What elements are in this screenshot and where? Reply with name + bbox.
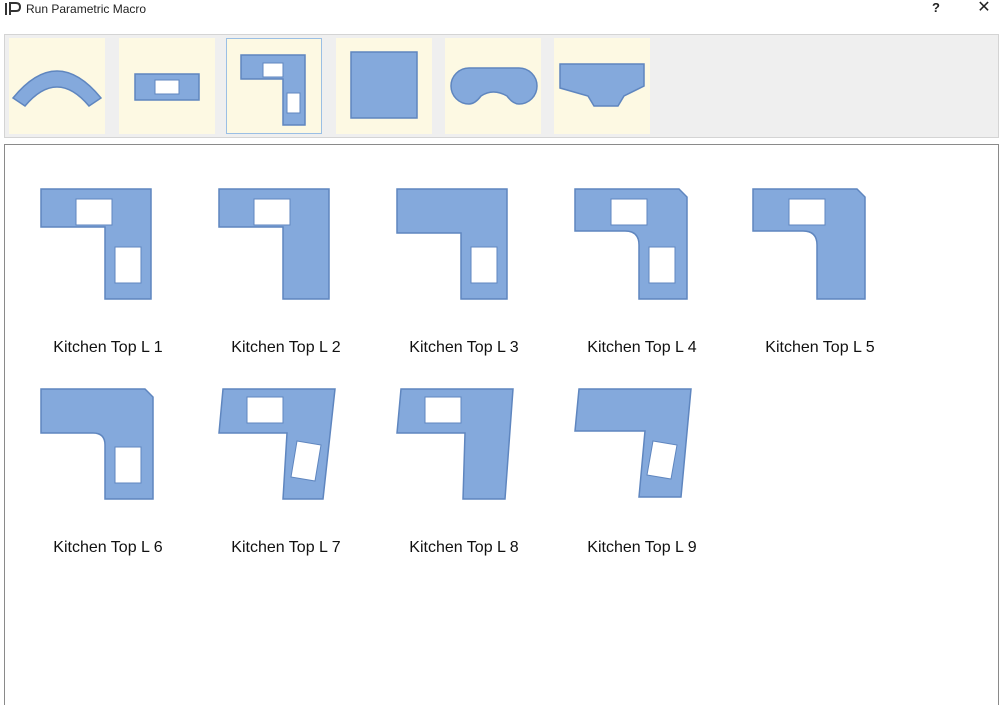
l1-preview-icon — [40, 188, 152, 300]
close-button[interactable]: ✕ — [972, 0, 996, 18]
title-bar: Run Parametric Macro ? ✕ — [0, 0, 1001, 22]
l6-preview-icon — [40, 388, 154, 500]
l8-preview-icon — [396, 388, 514, 500]
item-label: Kitchen Top L 5 — [765, 339, 875, 356]
gallery-item[interactable]: Kitchen Top L 9 — [547, 385, 717, 575]
gallery-item[interactable]: Kitchen Top L 1 — [13, 185, 183, 375]
item-label: Kitchen Top L 7 — [231, 539, 341, 556]
tool-rect-sink-countertop[interactable] — [119, 38, 215, 134]
macro-gallery: Kitchen Top L 1 Kitchen Top L 2 Kitchen … — [4, 144, 999, 705]
tool-square-countertop[interactable] — [336, 38, 432, 134]
tool-arc-countertop[interactable] — [9, 38, 105, 134]
help-button[interactable]: ? — [924, 0, 948, 18]
l9-preview-icon — [574, 388, 692, 498]
l7-preview-icon — [218, 388, 336, 500]
window-title: Run Parametric Macro — [26, 2, 147, 16]
item-label: Kitchen Top L 4 — [587, 339, 697, 356]
item-label: Kitchen Top L 6 — [53, 539, 163, 556]
item-label: Kitchen Top L 2 — [231, 339, 341, 356]
tool-rounded-notch-countertop[interactable] — [445, 38, 541, 134]
item-label: Kitchen Top L 8 — [409, 539, 519, 556]
item-label: Kitchen Top L 9 — [587, 539, 697, 556]
item-label: Kitchen Top L 1 — [53, 339, 163, 356]
rect-sink-countertop-icon — [134, 73, 200, 101]
app-icon — [5, 2, 22, 15]
gallery-item[interactable]: Kitchen Top L 3 — [369, 185, 539, 375]
l4-preview-icon — [574, 188, 688, 300]
item-label: Kitchen Top L 3 — [409, 339, 519, 356]
tool-l-shape-countertop[interactable] — [226, 38, 322, 134]
gallery-item[interactable]: Kitchen Top L 8 — [369, 385, 539, 575]
gallery-item[interactable]: Kitchen Top L 2 — [191, 185, 361, 375]
tool-trapezoid-countertop[interactable] — [554, 38, 650, 134]
gallery-item[interactable]: Kitchen Top L 4 — [547, 185, 717, 375]
arc-countertop-icon — [11, 70, 103, 107]
trapezoid-countertop-icon — [559, 63, 645, 107]
gallery-item[interactable]: Kitchen Top L 7 — [191, 385, 361, 575]
square-countertop-icon — [350, 51, 418, 119]
shape-category-toolbar — [4, 34, 999, 138]
l2-preview-icon — [218, 188, 330, 300]
rounded-notch-countertop-icon — [450, 67, 538, 105]
gallery-item[interactable]: Kitchen Top L 6 — [13, 385, 183, 575]
gallery-item[interactable]: Kitchen Top L 5 — [725, 185, 895, 375]
l3-preview-icon — [396, 188, 508, 300]
l-shape-countertop-icon — [240, 54, 306, 126]
l5-preview-icon — [752, 188, 866, 300]
